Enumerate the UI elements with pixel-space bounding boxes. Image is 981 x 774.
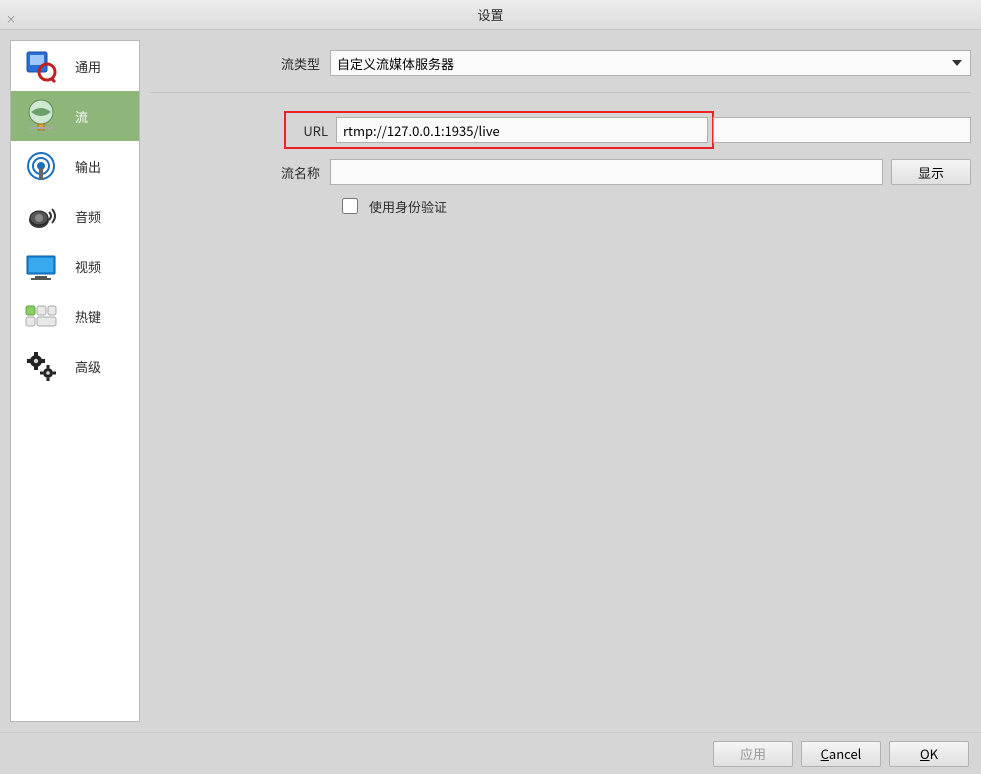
sidebar-item-stream[interactable]: 流 bbox=[11, 91, 139, 141]
sidebar-item-label: 音频 bbox=[75, 207, 101, 226]
audio-icon bbox=[21, 196, 61, 236]
titlebar: × 设置 bbox=[0, 0, 981, 30]
main-panel: 流类型 自定义流媒体服务器 URL bbox=[150, 40, 971, 722]
url-input-extended[interactable] bbox=[713, 117, 971, 143]
sidebar: 通用 流 bbox=[10, 40, 140, 722]
close-icon[interactable]: × bbox=[6, 11, 16, 26]
row-auth: 使用身份验证 bbox=[150, 195, 971, 217]
footer: 应用 Cancel OK bbox=[0, 732, 981, 774]
apply-button[interactable]: 应用 bbox=[713, 741, 793, 767]
sidebar-item-audio[interactable]: 音频 bbox=[11, 191, 139, 241]
form-area: 流类型 自定义流媒体服务器 URL bbox=[150, 40, 971, 722]
advanced-icon bbox=[21, 346, 61, 386]
sidebar-item-label: 高级 bbox=[75, 357, 101, 376]
sidebar-item-label: 热键 bbox=[75, 307, 101, 326]
window-body: 通用 流 bbox=[0, 30, 981, 732]
sidebar-item-label: 通用 bbox=[75, 57, 101, 76]
sidebar-item-video[interactable]: 视频 bbox=[11, 241, 139, 291]
url-label: URL bbox=[286, 121, 336, 140]
stream-icon bbox=[21, 96, 61, 136]
sidebar-item-advanced[interactable]: 高级 bbox=[11, 341, 139, 391]
stream-key-input[interactable] bbox=[330, 159, 883, 185]
hotkeys-icon bbox=[21, 296, 61, 336]
auth-checkbox-label: 使用身份验证 bbox=[369, 197, 447, 216]
sidebar-item-output[interactable]: 输出 bbox=[11, 141, 139, 191]
cancel-button[interactable]: Cancel bbox=[801, 741, 881, 767]
separator bbox=[150, 92, 971, 93]
url-highlight: URL bbox=[284, 111, 714, 149]
sidebar-item-label: 输出 bbox=[75, 157, 101, 176]
row-url: URL bbox=[150, 111, 971, 149]
stream-key-label: 流名称 bbox=[150, 163, 330, 182]
auth-checkbox[interactable] bbox=[342, 198, 358, 214]
ok-button[interactable]: OK bbox=[889, 741, 969, 767]
sidebar-item-general[interactable]: 通用 bbox=[11, 41, 139, 91]
window-title: 设置 bbox=[477, 5, 503, 24]
settings-window: × 设置 通用 bbox=[0, 0, 981, 774]
show-button[interactable]: 显示 bbox=[891, 159, 971, 185]
sidebar-item-hotkeys[interactable]: 热键 bbox=[11, 291, 139, 341]
video-icon bbox=[21, 246, 61, 286]
row-stream-type: 流类型 自定义流媒体服务器 bbox=[150, 50, 971, 76]
stream-type-select[interactable]: 自定义流媒体服务器 bbox=[330, 50, 971, 76]
row-stream-key: 流名称 显示 bbox=[150, 159, 971, 185]
sidebar-item-label: 流 bbox=[75, 107, 88, 126]
sidebar-item-label: 视频 bbox=[75, 257, 101, 276]
url-input[interactable] bbox=[336, 117, 708, 143]
general-icon bbox=[21, 46, 61, 86]
output-icon bbox=[21, 146, 61, 186]
stream-type-label: 流类型 bbox=[150, 54, 330, 73]
